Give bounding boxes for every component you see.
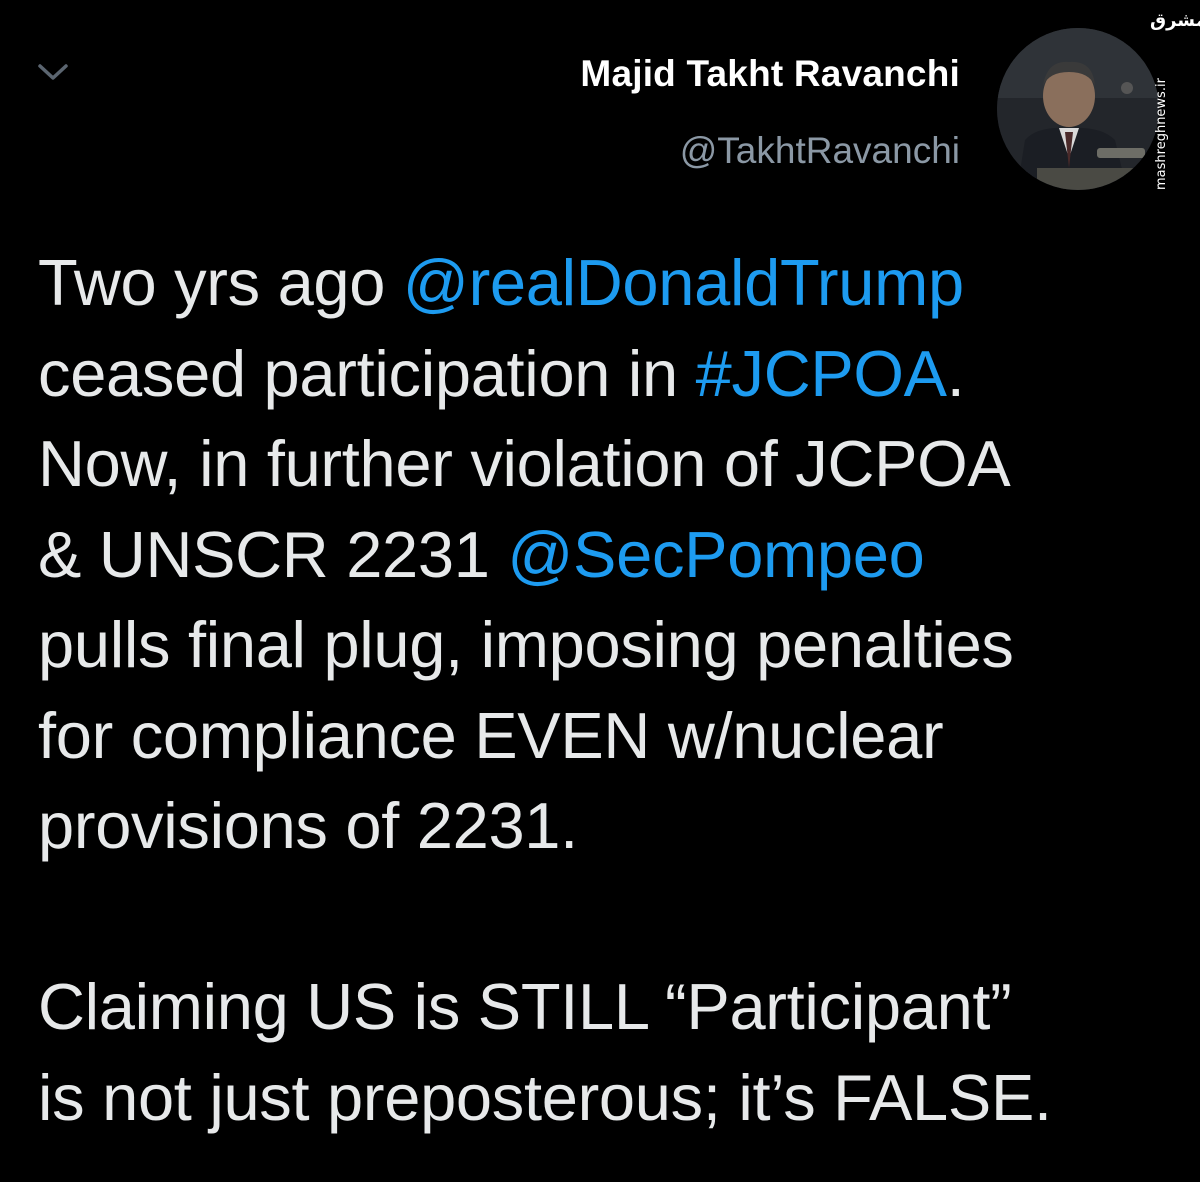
mention-link-realdonaldtrump[interactable]: @realDonaldTrump (403, 246, 964, 319)
tweet-line: & UNSCR 2231 @SecPompeo (38, 510, 1168, 601)
tweet-author: Majid Takht Ravanchi @TakhtRavanchi (580, 50, 960, 175)
tweet-line: ceased participation in #JCPOA. (38, 329, 1168, 420)
mention-link-secpompeo[interactable]: @SecPompeo (507, 518, 924, 591)
tweet-line: provisions of 2231. (38, 789, 578, 862)
tweet-line: Two yrs ago @realDonaldTrump (38, 238, 1168, 329)
tweet-line: Claiming US is STILL “Participant” (38, 970, 1012, 1043)
tweet-line: is not just preposterous; it’s FALSE. (38, 1060, 1052, 1134)
tweet-line: Now, in further violation of JCPOA (38, 427, 1011, 500)
watermark: مشرق mashreghnews.ir (1150, 10, 1200, 190)
tweet-text: Two yrs ago @realDonaldTrump ceased part… (38, 238, 1168, 1143)
hashtag-link-jcpoa[interactable]: #JCPOA (696, 337, 947, 410)
author-name[interactable]: Majid Takht Ravanchi (580, 50, 960, 98)
chevron-down-icon[interactable] (36, 60, 70, 84)
tweet-text-segment: ceased participation in (38, 336, 696, 410)
watermark-logo: مشرق (1150, 10, 1200, 31)
tweet-line: for compliance EVEN w/nuclear (38, 698, 944, 772)
tweet-text-segment: & UNSCR 2231 (38, 517, 508, 591)
tweet-text-segment: . (946, 336, 965, 410)
paragraph-break (38, 872, 1168, 963)
tweet-line: pulls final plug, imposing penalties (38, 608, 1014, 681)
avatar[interactable] (997, 28, 1159, 190)
tweet-text-segment: Two yrs ago (38, 246, 403, 319)
watermark-site: mashreghnews.ir (1154, 78, 1169, 190)
author-handle[interactable]: @TakhtRavanchi (580, 127, 960, 175)
